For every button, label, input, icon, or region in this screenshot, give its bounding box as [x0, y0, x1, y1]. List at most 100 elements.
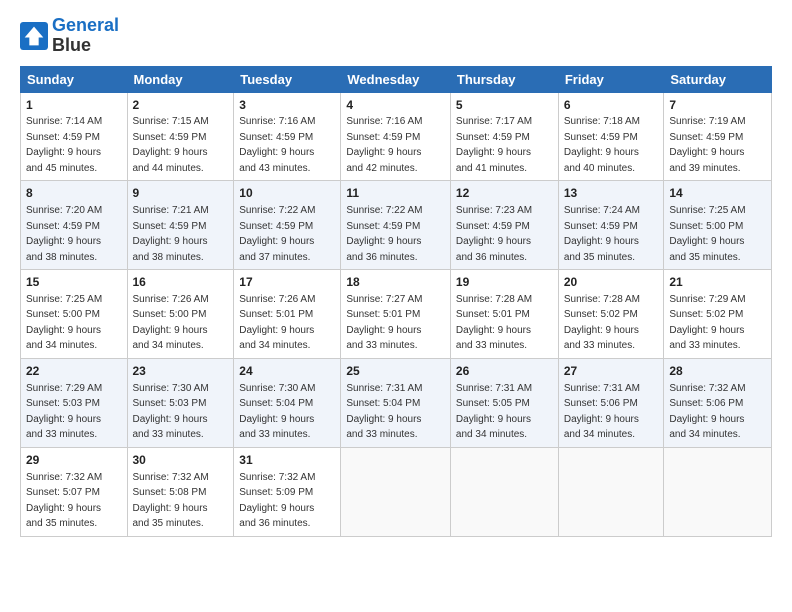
calendar-week-5: 29 Sunrise: 7:32 AM Sunset: 5:07 PM Dayli…: [21, 447, 772, 536]
day-info: Sunrise: 7:25 AM Sunset: 5:00 PM Dayligh…: [669, 205, 745, 263]
day-number: 4: [346, 97, 445, 114]
day-info: Sunrise: 7:32 AM Sunset: 5:06 PM Dayligh…: [669, 383, 745, 441]
calendar-day-cell: 3 Sunrise: 7:16 AM Sunset: 4:59 PM Daylig…: [234, 92, 341, 181]
calendar-day-cell: 18 Sunrise: 7:27 AM Sunset: 5:01 PM Dayli…: [341, 270, 451, 359]
day-info: Sunrise: 7:21 AM Sunset: 4:59 PM Dayligh…: [133, 205, 209, 263]
calendar-header-thursday: Thursday: [450, 66, 558, 92]
day-number: 7: [669, 97, 766, 114]
day-number: 31: [239, 452, 335, 469]
day-number: 17: [239, 274, 335, 291]
calendar-day-cell: 30 Sunrise: 7:32 AM Sunset: 5:08 PM Dayli…: [127, 447, 234, 536]
day-info: Sunrise: 7:15 AM Sunset: 4:59 PM Dayligh…: [133, 116, 209, 174]
day-info: Sunrise: 7:26 AM Sunset: 5:01 PM Dayligh…: [239, 294, 315, 352]
calendar-day-cell: 17 Sunrise: 7:26 AM Sunset: 5:01 PM Dayli…: [234, 270, 341, 359]
page-container: GeneralBlue SundayMondayTuesdayWednesday…: [0, 0, 792, 547]
calendar-day-cell: 5 Sunrise: 7:17 AM Sunset: 4:59 PM Daylig…: [450, 92, 558, 181]
calendar-day-cell: 19 Sunrise: 7:28 AM Sunset: 5:01 PM Dayli…: [450, 270, 558, 359]
calendar-day-cell: 28 Sunrise: 7:32 AM Sunset: 5:06 PM Dayli…: [664, 358, 772, 447]
calendar-header-sunday: Sunday: [21, 66, 128, 92]
calendar-day-cell: 20Sunrise: 7:28 AM Sunset: 5:02 PM Dayli…: [558, 270, 664, 359]
day-number: 30: [133, 452, 229, 469]
calendar-day-cell: 9 Sunrise: 7:21 AM Sunset: 4:59 PM Daylig…: [127, 181, 234, 270]
day-number: 9: [133, 185, 229, 202]
logo: GeneralBlue: [20, 16, 119, 56]
calendar-day-cell: 14 Sunrise: 7:25 AM Sunset: 5:00 PM Dayli…: [664, 181, 772, 270]
calendar-empty-cell: [341, 447, 451, 536]
logo-text: GeneralBlue: [52, 16, 119, 56]
day-info: Sunrise: 7:24 AM Sunset: 4:59 PM Dayligh…: [564, 205, 640, 263]
calendar-day-cell: 22Sunrise: 7:29 AM Sunset: 5:03 PM Dayli…: [21, 358, 128, 447]
day-number: 18: [346, 274, 445, 291]
calendar-day-cell: 10 Sunrise: 7:22 AM Sunset: 4:59 PM Dayli…: [234, 181, 341, 270]
day-info: Sunrise: 7:22 AM Sunset: 4:59 PM Dayligh…: [239, 205, 315, 263]
day-number: 12: [456, 185, 553, 202]
calendar-header-wednesday: Wednesday: [341, 66, 451, 92]
day-info: Sunrise: 7:32 AM Sunset: 5:07 PM Dayligh…: [26, 472, 102, 530]
day-info: Sunrise: 7:17 AM Sunset: 4:59 PM Dayligh…: [456, 116, 532, 174]
day-info: Sunrise: 7:25 AM Sunset: 5:00 PM Dayligh…: [26, 294, 102, 352]
day-info: Sunrise: 7:26 AM Sunset: 5:00 PM Dayligh…: [133, 294, 209, 352]
calendar-day-cell: 11 Sunrise: 7:22 AM Sunset: 4:59 PM Dayli…: [341, 181, 451, 270]
day-number: 16: [133, 274, 229, 291]
day-number: 22: [26, 363, 122, 380]
calendar-empty-cell: [558, 447, 664, 536]
day-number: 23: [133, 363, 229, 380]
calendar-header-friday: Friday: [558, 66, 664, 92]
calendar-week-1: 1Sunrise: 7:14 AM Sunset: 4:59 PM Daylig…: [21, 92, 772, 181]
calendar-day-cell: 25Sunrise: 7:31 AM Sunset: 5:04 PM Dayli…: [341, 358, 451, 447]
day-info: Sunrise: 7:29 AM Sunset: 5:02 PM Dayligh…: [669, 294, 745, 352]
logo-icon: [20, 22, 48, 50]
calendar-day-cell: 1Sunrise: 7:14 AM Sunset: 4:59 PM Daylig…: [21, 92, 128, 181]
day-number: 19: [456, 274, 553, 291]
day-info: Sunrise: 7:23 AM Sunset: 4:59 PM Dayligh…: [456, 205, 532, 263]
day-info: Sunrise: 7:32 AM Sunset: 5:09 PM Dayligh…: [239, 472, 315, 530]
calendar-day-cell: 13 Sunrise: 7:24 AM Sunset: 4:59 PM Dayli…: [558, 181, 664, 270]
day-number: 26: [456, 363, 553, 380]
calendar-day-cell: 4 Sunrise: 7:16 AM Sunset: 4:59 PM Daylig…: [341, 92, 451, 181]
calendar-header-tuesday: Tuesday: [234, 66, 341, 92]
day-info: Sunrise: 7:19 AM Sunset: 4:59 PM Dayligh…: [669, 116, 745, 174]
day-number: 27: [564, 363, 659, 380]
calendar-day-cell: 27 Sunrise: 7:31 AM Sunset: 5:06 PM Dayli…: [558, 358, 664, 447]
calendar-day-cell: 8Sunrise: 7:20 AM Sunset: 4:59 PM Daylig…: [21, 181, 128, 270]
day-info: Sunrise: 7:31 AM Sunset: 5:06 PM Dayligh…: [564, 383, 640, 441]
day-info: Sunrise: 7:16 AM Sunset: 4:59 PM Dayligh…: [346, 116, 422, 174]
day-number: 24: [239, 363, 335, 380]
calendar-day-cell: 15Sunrise: 7:25 AM Sunset: 5:00 PM Dayli…: [21, 270, 128, 359]
day-info: Sunrise: 7:22 AM Sunset: 4:59 PM Dayligh…: [346, 205, 422, 263]
day-info: Sunrise: 7:28 AM Sunset: 5:01 PM Dayligh…: [456, 294, 532, 352]
day-number: 10: [239, 185, 335, 202]
calendar-week-2: 8Sunrise: 7:20 AM Sunset: 4:59 PM Daylig…: [21, 181, 772, 270]
day-number: 11: [346, 185, 445, 202]
day-number: 14: [669, 185, 766, 202]
day-info: Sunrise: 7:18 AM Sunset: 4:59 PM Dayligh…: [564, 116, 640, 174]
day-number: 5: [456, 97, 553, 114]
calendar-table: SundayMondayTuesdayWednesdayThursdayFrid…: [20, 66, 772, 537]
calendar-day-cell: 26 Sunrise: 7:31 AM Sunset: 5:05 PM Dayli…: [450, 358, 558, 447]
day-info: Sunrise: 7:31 AM Sunset: 5:05 PM Dayligh…: [456, 383, 532, 441]
day-info: Sunrise: 7:32 AM Sunset: 5:08 PM Dayligh…: [133, 472, 209, 530]
calendar-header-saturday: Saturday: [664, 66, 772, 92]
day-info: Sunrise: 7:28 AM Sunset: 5:02 PM Dayligh…: [564, 294, 640, 352]
calendar-header-row: SundayMondayTuesdayWednesdayThursdayFrid…: [21, 66, 772, 92]
day-number: 13: [564, 185, 659, 202]
day-number: 29: [26, 452, 122, 469]
header: GeneralBlue: [20, 16, 772, 56]
calendar-week-3: 15Sunrise: 7:25 AM Sunset: 5:00 PM Dayli…: [21, 270, 772, 359]
calendar-day-cell: 31 Sunrise: 7:32 AM Sunset: 5:09 PM Dayli…: [234, 447, 341, 536]
day-number: 3: [239, 97, 335, 114]
day-number: 21: [669, 274, 766, 291]
calendar-header-monday: Monday: [127, 66, 234, 92]
day-info: Sunrise: 7:27 AM Sunset: 5:01 PM Dayligh…: [346, 294, 422, 352]
day-number: 8: [26, 185, 122, 202]
day-info: Sunrise: 7:16 AM Sunset: 4:59 PM Dayligh…: [239, 116, 315, 174]
calendar-empty-cell: [450, 447, 558, 536]
day-number: 28: [669, 363, 766, 380]
day-info: Sunrise: 7:14 AM Sunset: 4:59 PM Dayligh…: [26, 116, 102, 174]
calendar-day-cell: 2Sunrise: 7:15 AM Sunset: 4:59 PM Daylig…: [127, 92, 234, 181]
calendar-day-cell: 6 Sunrise: 7:18 AM Sunset: 4:59 PM Daylig…: [558, 92, 664, 181]
day-info: Sunrise: 7:31 AM Sunset: 5:04 PM Dayligh…: [346, 383, 422, 441]
calendar-day-cell: 7 Sunrise: 7:19 AM Sunset: 4:59 PM Daylig…: [664, 92, 772, 181]
calendar-day-cell: 29 Sunrise: 7:32 AM Sunset: 5:07 PM Dayli…: [21, 447, 128, 536]
day-number: 6: [564, 97, 659, 114]
